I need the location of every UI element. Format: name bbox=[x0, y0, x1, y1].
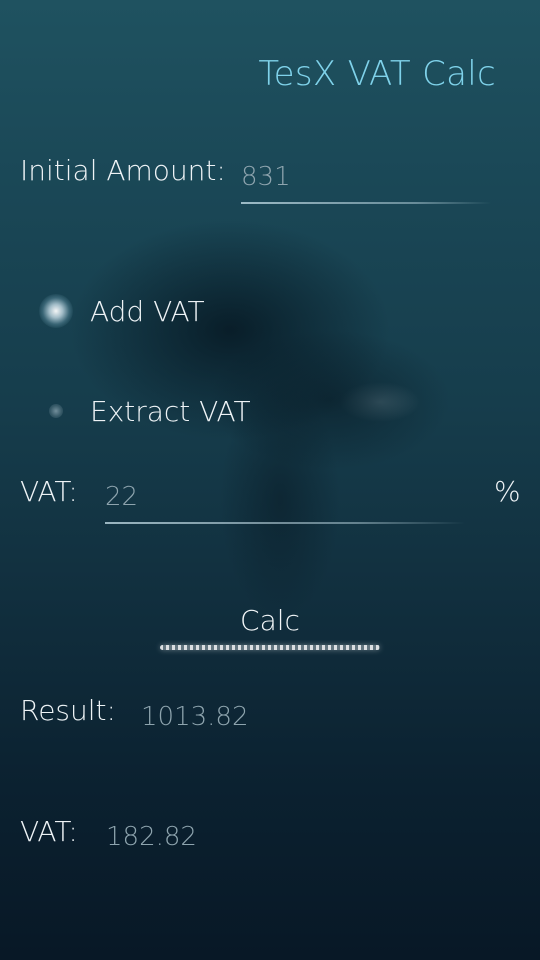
vat-rate-field[interactable]: 22 bbox=[105, 476, 465, 524]
vat-amount-value: 182.82 bbox=[106, 822, 197, 852]
result-value: 1013.82 bbox=[141, 702, 249, 732]
radio-selected-icon bbox=[36, 291, 76, 331]
add-vat-option[interactable]: Add VAT bbox=[36, 286, 205, 336]
result-label: Result: bbox=[20, 694, 116, 727]
initial-amount-underline bbox=[241, 202, 491, 204]
add-vat-label: Add VAT bbox=[90, 294, 205, 328]
vat-amount-label: VAT: bbox=[20, 815, 78, 848]
initial-amount-field[interactable]: 831 bbox=[241, 156, 491, 204]
percent-unit-label: % bbox=[494, 475, 521, 508]
vat-rate-value: 22 bbox=[105, 482, 139, 512]
initial-amount-label: Initial Amount: bbox=[20, 154, 226, 187]
vat-rate-underline bbox=[105, 522, 465, 524]
extract-vat-label: Extract VAT bbox=[90, 394, 251, 428]
vat-rate-label: VAT: bbox=[20, 475, 78, 508]
calc-button-highlight bbox=[160, 645, 380, 650]
extract-vat-option[interactable]: Extract VAT bbox=[36, 386, 251, 436]
page-title: TesX VAT Calc bbox=[258, 54, 496, 94]
calc-button[interactable]: Calc bbox=[160, 598, 380, 654]
calc-button-label: Calc bbox=[240, 604, 300, 637]
radio-unselected-icon bbox=[36, 391, 76, 431]
vat-calc-page: TesX VAT Calc Initial Amount: 831 Add VA… bbox=[0, 0, 540, 960]
initial-amount-value: 831 bbox=[241, 162, 291, 192]
